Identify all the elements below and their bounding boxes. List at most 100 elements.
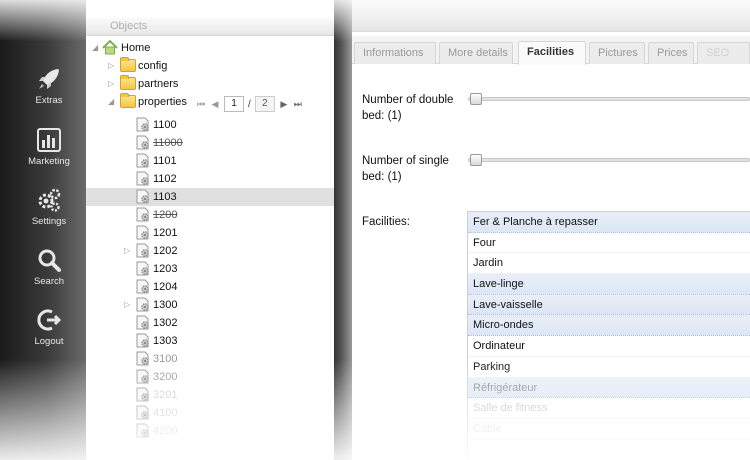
nav-settings-label: Settings: [31, 216, 67, 227]
tree-node-label: 1201: [153, 227, 178, 239]
nav-marketing-label: Marketing: [28, 156, 70, 167]
expand-arrow-icon[interactable]: ▷: [108, 61, 116, 70]
facility-option[interactable]: Réfrigérateur: [468, 377, 750, 399]
tree-node-property[interactable]: 1102: [86, 170, 334, 188]
slider-track: [468, 97, 750, 101]
tree-node-property[interactable]: ▷ 1202: [86, 242, 334, 260]
object-gear-icon: [136, 189, 149, 204]
tree-node-label: 1203: [153, 263, 178, 275]
tree-node-label: 1103: [153, 191, 177, 203]
tree-node-label: 1300: [153, 299, 178, 311]
tree-node-config[interactable]: ▷ config: [86, 57, 334, 75]
facility-option[interactable]: Salle de fitness: [468, 398, 750, 419]
tab-facilities[interactable]: Facilities: [518, 41, 586, 65]
facility-option[interactable]: Lave-linge: [468, 274, 750, 295]
tree-node-label: 1200: [153, 209, 178, 221]
object-gear-icon: [136, 117, 149, 132]
panel-splitter[interactable]: [334, 0, 352, 460]
folder-open-icon: [120, 93, 136, 108]
tree-node-property[interactable]: 1203: [86, 260, 334, 278]
slider-track: [468, 158, 750, 162]
page-input[interactable]: 1: [224, 96, 244, 112]
facility-option[interactable]: Parking: [468, 357, 750, 378]
tab-pictures[interactable]: Pictures: [589, 42, 645, 64]
tree-node-partners[interactable]: ▷ partners: [86, 75, 334, 93]
slider-thumb[interactable]: [470, 154, 482, 166]
slider-thumb[interactable]: [470, 93, 482, 105]
tab-more-details[interactable]: More details: [439, 42, 513, 64]
tree-node-label: 3200: [153, 371, 178, 383]
facility-option[interactable]: Micro-ondes: [468, 315, 750, 337]
object-gear-icon: [136, 225, 149, 240]
object-gear-icon: [136, 171, 149, 186]
facility-option[interactable]: Ordinateur: [468, 336, 750, 357]
next-page-icon[interactable]: ▶: [279, 98, 289, 110]
tree-node-property[interactable]: 4100: [86, 404, 334, 422]
nav-marketing[interactable]: Marketing: [8, 127, 90, 167]
tab-seo[interactable]: SEO: [697, 42, 750, 64]
double-bed-slider[interactable]: [468, 93, 750, 105]
tree-node-label: 3201: [153, 389, 178, 401]
object-gear-icon: [136, 297, 149, 312]
single-bed-label: Number of single bed: (1): [362, 155, 449, 183]
tree-node-home[interactable]: ◢ Home: [86, 39, 334, 57]
folder-icon: [120, 75, 136, 90]
tree-label-properties: properties: [138, 96, 187, 108]
facility-option[interactable]: Four: [468, 233, 750, 254]
nav-search[interactable]: Search: [8, 247, 90, 287]
tree-node-property[interactable]: 1200: [86, 206, 334, 224]
tree-node-property[interactable]: 1302: [86, 314, 334, 332]
first-page-icon[interactable]: ⏮: [196, 98, 206, 110]
object-gear-icon: [136, 261, 149, 276]
collapse-arrow-icon[interactable]: ◢: [108, 97, 116, 106]
facility-option[interactable]: Fer & Planche à repasser: [468, 212, 750, 233]
tab-prices[interactable]: Prices: [648, 42, 694, 64]
tree-node-property[interactable]: 1201: [86, 224, 334, 242]
tree-node-property[interactable]: 3200: [86, 368, 334, 386]
expand-arrow-icon[interactable]: ▷: [124, 246, 132, 255]
home-icon: [102, 40, 118, 55]
tree-node-property[interactable]: 1204: [86, 278, 334, 296]
tree-node-property[interactable]: 1101: [86, 152, 334, 170]
tree-node-label: 1102: [153, 173, 177, 185]
tree-node-property[interactable]: 1103: [86, 188, 334, 206]
single-bed-slider[interactable]: [468, 154, 750, 166]
expand-arrow-icon[interactable]: ▷: [124, 300, 132, 309]
object-gear-icon: [136, 387, 149, 402]
facility-option[interactable]: Jardin: [468, 253, 750, 275]
tab-informations[interactable]: Informations: [354, 42, 436, 64]
facility-option[interactable]: Cable: [468, 419, 750, 440]
facilities-multiselect[interactable]: Fer & Planche à repasser Four Jardin Lave-l…: [467, 211, 750, 460]
prev-page-icon[interactable]: ◀: [210, 98, 220, 110]
facility-option[interactable]: Lave-vaisselle: [468, 294, 750, 316]
tree-header: Objects: [86, 18, 334, 36]
tree-node-property[interactable]: 11000: [86, 134, 334, 152]
object-tree-panel: Objects ◢ Home ▷ config ▷ partners ◢ pro…: [86, 0, 334, 460]
tree-node-property[interactable]: 1100: [86, 116, 334, 134]
tree-node-property[interactable]: 3100: [86, 350, 334, 368]
tree-node-label: 4100: [153, 407, 178, 419]
object-editor: Informations More details Facilities Pic…: [352, 0, 750, 460]
collapse-arrow-icon[interactable]: ◢: [92, 43, 100, 52]
nav-extras[interactable]: Extras: [8, 66, 90, 106]
object-gear-icon: [136, 351, 149, 366]
tree-node-property[interactable]: ▷ 1300: [86, 296, 334, 314]
object-gear-icon: [136, 153, 149, 168]
object-gear-icon: [136, 333, 149, 348]
nav-settings[interactable]: Settings: [8, 187, 90, 227]
tree-node-label: 1202: [153, 245, 178, 257]
tree-node-property[interactable]: 4200: [86, 422, 334, 440]
main-nav: Extras Marketing Settings Search Logout: [0, 0, 86, 460]
expand-arrow-icon[interactable]: ▷: [108, 79, 116, 88]
last-page-icon[interactable]: ⏭: [293, 98, 303, 110]
rocket-icon: [39, 69, 59, 89]
tree-node-label: 11000: [153, 137, 183, 149]
object-gear-icon: [136, 315, 149, 330]
gears-icon: [38, 188, 61, 212]
tree-node-property[interactable]: 3201: [86, 386, 334, 404]
nav-logout[interactable]: Logout: [8, 307, 90, 347]
nav-logout-label: Logout: [34, 336, 64, 347]
magnifier-icon: [38, 249, 61, 272]
tree-node-property[interactable]: 1303: [86, 332, 334, 350]
object-gear-icon: [136, 405, 149, 420]
